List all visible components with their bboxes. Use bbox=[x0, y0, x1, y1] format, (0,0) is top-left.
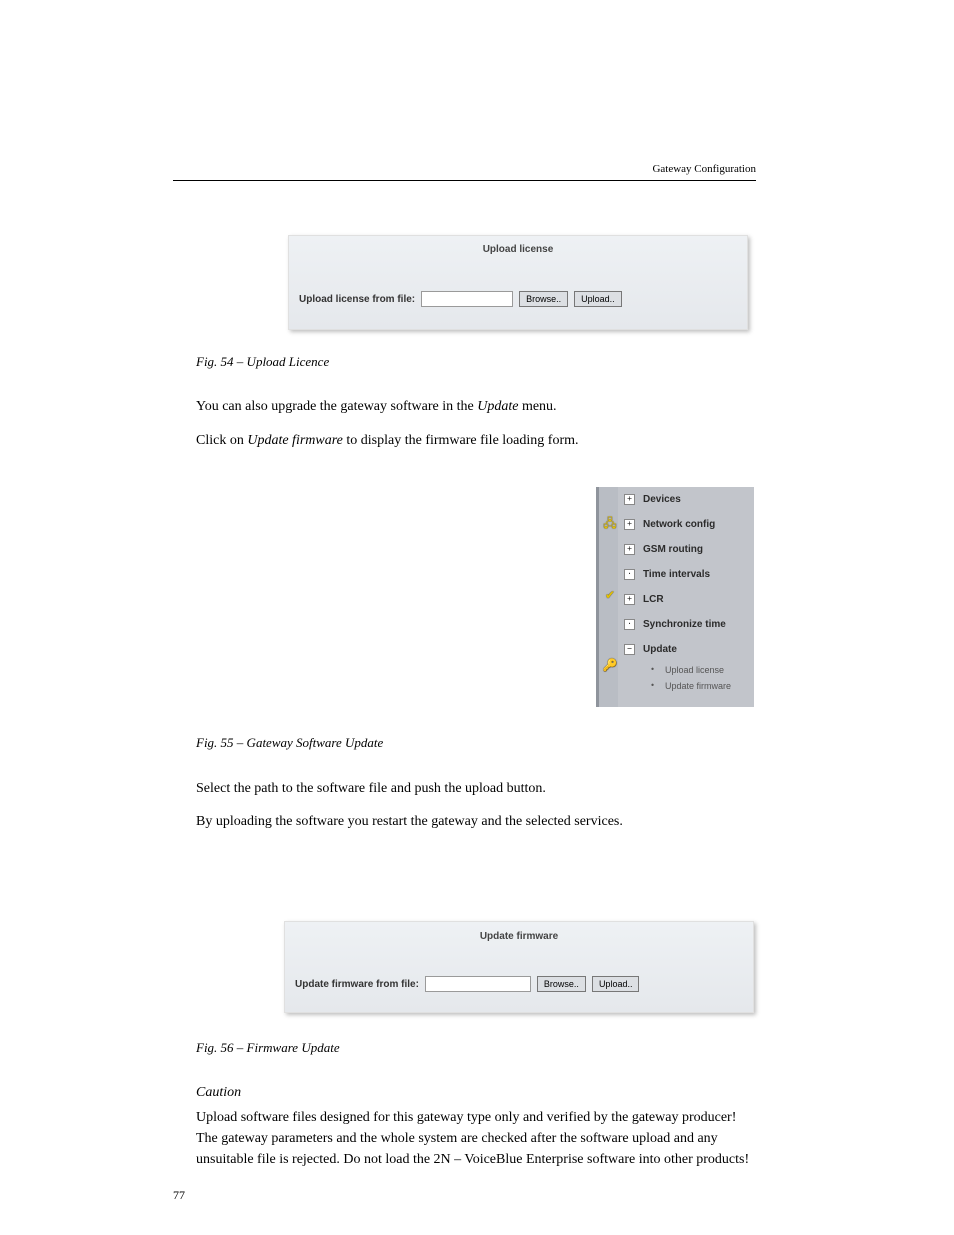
paragraph-update-menu: You can also upgrade the gateway softwar… bbox=[196, 396, 756, 417]
bullet-icon: • bbox=[648, 666, 657, 675]
upload-button[interactable]: Upload.. bbox=[574, 291, 622, 307]
nav-item-update[interactable]: − Update bbox=[618, 637, 754, 662]
figure-caption-55: Fig. 55 – Gateway Software Update bbox=[196, 735, 383, 751]
upload-license-row: Upload license from file: Browse.. Uploa… bbox=[299, 291, 622, 307]
panel-title: Upload license bbox=[289, 244, 747, 255]
paragraph-firmware-form: Click on Update firmware to display the … bbox=[196, 430, 756, 451]
bullet-icon: • bbox=[648, 682, 657, 691]
text: menu. bbox=[522, 399, 557, 414]
panel-title: Update firmware bbox=[285, 931, 753, 942]
upload-license-label: Upload license from file: bbox=[299, 294, 415, 305]
plus-icon[interactable]: + bbox=[624, 594, 635, 605]
upload-license-panel: Upload license Upload license from file:… bbox=[288, 235, 748, 330]
text: Click on bbox=[196, 433, 247, 448]
nav-label: Time intervals bbox=[643, 569, 710, 580]
nav-item-lcr[interactable]: + LCR bbox=[618, 587, 754, 612]
nav-label: GSM routing bbox=[643, 544, 703, 555]
nav-item-sync-time[interactable]: · Synchronize time bbox=[618, 612, 754, 637]
dot-icon[interactable]: · bbox=[624, 569, 635, 580]
plus-icon[interactable]: + bbox=[624, 544, 635, 555]
nav-item-network-config[interactable]: + Network config bbox=[618, 512, 754, 537]
nav-subitem-upload-license[interactable]: • Upload license bbox=[618, 662, 754, 678]
figure-caption-56: Fig. 56 – Firmware Update bbox=[196, 1040, 340, 1056]
text-em: Update firmware bbox=[247, 433, 346, 448]
running-head: Gateway Configuration bbox=[652, 163, 756, 175]
nav-subitem-update-firmware[interactable]: • Update firmware bbox=[618, 678, 754, 694]
nav-sublabel: Upload license bbox=[665, 665, 724, 675]
text-em: Update bbox=[477, 399, 522, 414]
nav-item-gsm-routing[interactable]: + GSM routing bbox=[618, 537, 754, 562]
caution-heading: Caution bbox=[196, 1085, 241, 1100]
key-icon: 🔑 bbox=[602, 657, 618, 673]
figure-caption-54: Fig. 54 – Upload Licence bbox=[196, 354, 329, 370]
nav-item-devices[interactable]: + Devices bbox=[618, 487, 754, 512]
dot-icon[interactable]: · bbox=[624, 619, 635, 630]
text: You can also upgrade the gateway softwar… bbox=[196, 399, 477, 414]
update-firmware-row: Update firmware from file: Browse.. Uplo… bbox=[295, 976, 639, 992]
horizontal-rule bbox=[173, 180, 756, 181]
paragraph-restart-note: By uploading the software you restart th… bbox=[196, 811, 756, 832]
nav-label: LCR bbox=[643, 594, 664, 605]
nav-label: Synchronize time bbox=[643, 619, 726, 630]
nav-label: Network config bbox=[643, 519, 715, 530]
plus-icon[interactable]: + bbox=[624, 494, 635, 505]
network-icon: 🖧 bbox=[602, 515, 618, 531]
update-button[interactable]: Upload.. bbox=[592, 976, 640, 992]
browse-button[interactable]: Browse.. bbox=[537, 976, 586, 992]
nav-sublabel: Update firmware bbox=[665, 681, 731, 691]
nav-tree-screenshot: 🖧 ✔ 🔑 + Devices + Network config + GSM r… bbox=[596, 487, 754, 707]
nav-label: Devices bbox=[643, 494, 681, 505]
caution-body: Upload software files designed for this … bbox=[196, 1107, 756, 1170]
caution-block: Caution Upload software files designed f… bbox=[196, 1082, 756, 1170]
nav-item-time-intervals[interactable]: · Time intervals bbox=[618, 562, 754, 587]
nav-body: + Devices + Network config + GSM routing… bbox=[618, 487, 754, 707]
update-firmware-panel: Update firmware Update firmware from fil… bbox=[284, 921, 754, 1013]
license-file-input[interactable] bbox=[421, 291, 513, 307]
update-firmware-label: Update firmware from file: bbox=[295, 979, 419, 990]
plus-icon[interactable]: + bbox=[624, 519, 635, 530]
firmware-file-input[interactable] bbox=[425, 976, 531, 992]
browse-button[interactable]: Browse.. bbox=[519, 291, 568, 307]
minus-icon[interactable]: − bbox=[624, 644, 635, 655]
nav-label: Update bbox=[643, 644, 677, 655]
paragraph-select-path: Select the path to the software file and… bbox=[196, 778, 756, 799]
text: to display the firmware file loading for… bbox=[346, 433, 578, 448]
page-number: 77 bbox=[173, 1188, 185, 1203]
check-icon: ✔ bbox=[602, 587, 618, 603]
